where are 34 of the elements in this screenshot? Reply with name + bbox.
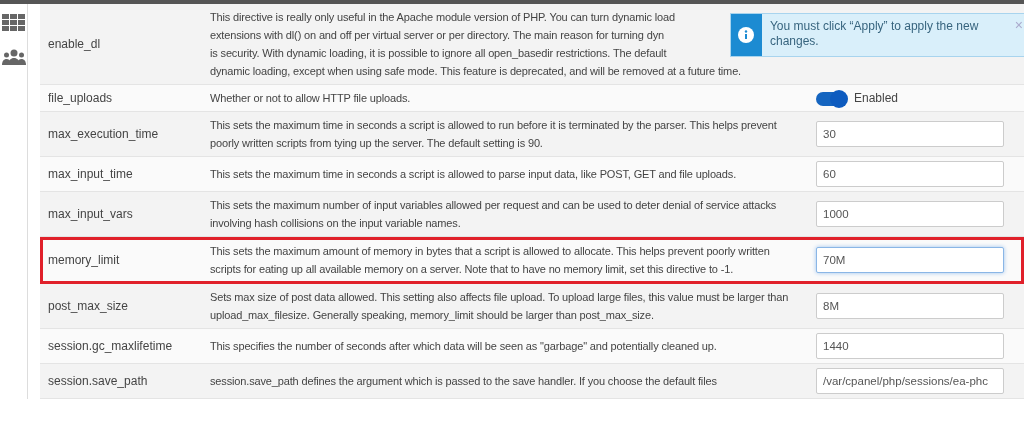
input-field[interactable]: 1440 xyxy=(816,333,1004,359)
description-line: dynamic loading, except when using safe mode. This feature is deprecated, and will be removed at a future time. xyxy=(210,64,741,79)
toast-message: You must click “Apply” to apply the new changes. xyxy=(768,18,980,50)
directive-description: This sets the maximum time in seconds a script is allowed to parse input data, like POST, GET and file uploads. xyxy=(210,167,738,182)
directive-description: Whether or not to allow HTTP file uploads. xyxy=(210,91,412,106)
directive-name: max_input_vars xyxy=(47,206,134,223)
directive-name: session.gc_maxlifetime xyxy=(47,338,174,355)
grid-icon[interactable] xyxy=(2,14,25,31)
directive-description: This sets the maximum time in seconds a script is allowed to run before it is terminated by the parser. This helps prevent poorly written scripts from tying up the server. The default setting is 90. xyxy=(210,118,778,151)
input-field[interactable]: 60 xyxy=(816,161,1004,187)
directive-name: max_input_time xyxy=(47,166,134,183)
input-field[interactable]: 8M xyxy=(816,293,1004,319)
users-icon[interactable] xyxy=(2,49,26,65)
directive-description: This sets the maximum amount of memory in bytes that a script is allowed to allocate. This helps prevent poorly written scripts for eating up all available memory on a server. Note that to have no memory limit, set this directive to -1. xyxy=(210,244,771,277)
input-field[interactable]: /var/cpanel/php/sessions/ea-phc xyxy=(816,368,1004,394)
info-icon xyxy=(738,27,755,43)
input-field[interactable]: 1000 xyxy=(816,201,1004,227)
directive-name: session.save_path xyxy=(47,373,149,390)
directive-name: max_execution_time xyxy=(47,126,160,143)
description-line: is security. With dynamic loading, it is possible to ignore all open_basedir restrictions. The default xyxy=(210,46,667,61)
description-line: This directive is really only useful in the Apache module version of PHP. You can turn dynamic load xyxy=(210,10,675,25)
directive-description: session.save_path defines the argument which is passed to the save handler. If you choose the default files xyxy=(210,374,718,389)
input-field[interactable]: 70M xyxy=(816,247,1004,273)
directive-name: post_max_size xyxy=(47,298,130,315)
description-line: extensions with dl() on and off per virtual server or per directory. The main reason for turning dyn xyxy=(210,28,664,43)
toggle-label: Enabled xyxy=(854,91,899,105)
directive-name: file_uploads xyxy=(47,90,114,107)
input-field[interactable]: 30 xyxy=(816,121,1004,147)
directive-description: This specifies the number of seconds after which data will be seen as "garbage" and potentially cleaned up. xyxy=(210,339,718,354)
directive-description: This sets the maximum number of input variables allowed per request and can be used to deter denial of service attacks involving hash collisions on the input variable names. xyxy=(210,198,778,231)
directive-name: memory_limit xyxy=(47,252,121,269)
toggle-switch[interactable] xyxy=(816,91,846,106)
directive-description: Sets max size of post data allowed. This setting also affects file upload. To upload large files, this value must be larger than upload_max_filesize. Generally speaking, memory_limit should be larger than post_max_size. xyxy=(210,290,790,323)
directive-name: enable_dl xyxy=(47,36,102,53)
